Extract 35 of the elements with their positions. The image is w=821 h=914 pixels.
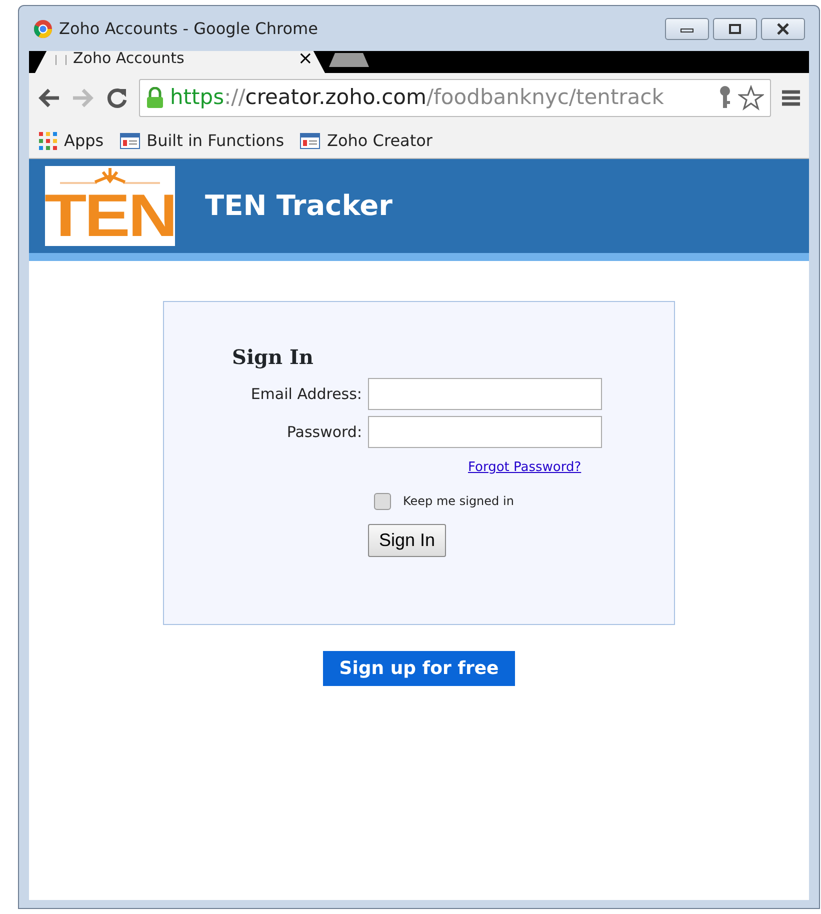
maximize-icon [728, 22, 742, 34]
sign-in-heading: Sign In [232, 344, 314, 371]
password-field[interactable] [368, 416, 602, 448]
keep-signed-in-label: Keep me signed in [403, 493, 514, 510]
maximize-button[interactable] [713, 18, 757, 40]
bookmark-link[interactable]: Zoho Creator [300, 128, 432, 152]
back-button[interactable] [37, 87, 61, 109]
bookmark-link[interactable]: Apps [39, 128, 104, 152]
close-icon [776, 22, 790, 34]
browser-tab[interactable]: Zoho Accounts × [35, 51, 325, 73]
minimize-button[interactable] [665, 18, 709, 40]
window-title: Zoho Accounts - Google Chrome [59, 18, 318, 40]
sign-in-button[interactable]: Sign In [368, 524, 446, 557]
reload-button[interactable] [105, 86, 129, 110]
keep-signed-in-checkbox[interactable] [374, 492, 391, 510]
email-field[interactable] [368, 378, 602, 410]
field-label: Email Address: [250, 384, 362, 405]
sign-up-button[interactable]: Sign up for free [323, 651, 515, 686]
app-title: TEN Tracker [205, 188, 392, 224]
url-text: https://creator.zoho.com/foodbanknyc/tentrack [170, 84, 665, 112]
bookmark-link[interactable]: Built in Functions [120, 128, 284, 152]
page-favicon-icon [120, 132, 140, 148]
field-label: Password: [286, 422, 362, 443]
tab-close-button[interactable]: × [298, 50, 313, 68]
logo: TEN [45, 166, 175, 246]
key-icon[interactable] [718, 86, 732, 110]
address-bar[interactable]: https://creator.zoho.com/foodbanknyc/tentrack [139, 79, 771, 117]
apps-grid-icon [39, 132, 57, 150]
star-icon[interactable] [738, 85, 764, 111]
chrome-logo-icon [33, 18, 53, 38]
new-tab-button[interactable] [329, 53, 369, 67]
close-button[interactable] [761, 18, 805, 40]
page-favicon-icon [300, 132, 320, 148]
menu-icon[interactable] [781, 88, 801, 108]
forgot-password-link[interactable]: Forgot Password? [468, 460, 582, 475]
